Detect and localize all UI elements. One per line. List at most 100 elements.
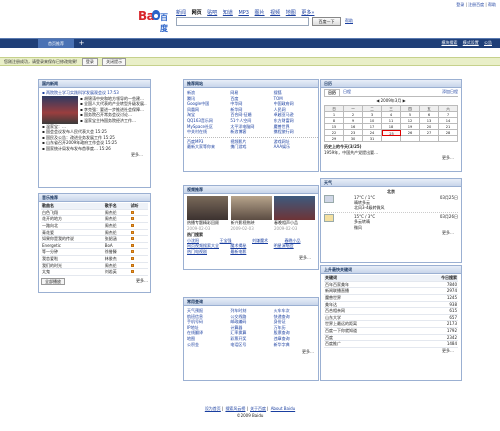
- video-link[interactable]: 热门电视剧: [187, 249, 228, 255]
- site-link[interactable]: 新浪博客: [230, 129, 271, 135]
- calendar-day[interactable]: 30: [344, 136, 363, 143]
- calendar-more-link[interactable]: 更多…: [324, 155, 458, 161]
- keyword-link[interactable]: 百度一下你就知道: [324, 327, 412, 335]
- nav-news[interactable]: 新闻: [176, 10, 186, 16]
- footer-link-top[interactable]: 搜索风云榜: [225, 406, 245, 411]
- play-icon[interactable]: [130, 257, 134, 261]
- play-icon[interactable]: [130, 224, 134, 228]
- footer-link-about[interactable]: 关于百度: [250, 406, 266, 411]
- video-thumbnail[interactable]: [187, 196, 228, 220]
- singer-name[interactable]: 林俊杰: [103, 255, 130, 263]
- keyword-link[interactable]: 山东大学: [324, 314, 412, 322]
- song-name[interactable]: 如果你是我的传说: [41, 235, 104, 243]
- keyword-link[interactable]: 百度推广: [324, 340, 412, 348]
- search-input[interactable]: [176, 17, 309, 26]
- register-link[interactable]: 注册百度: [468, 2, 484, 7]
- nav-zhidao[interactable]: 知道: [223, 10, 233, 16]
- tool-link[interactable]: 新华字典: [274, 342, 315, 348]
- video-card[interactable]: 热播专题精彩回顾 2009-02-03: [187, 196, 228, 231]
- song-name[interactable]: 太鬼: [41, 268, 104, 276]
- calendar-day[interactable]: 29: [325, 136, 344, 143]
- keyword-link[interactable]: 百年百家美年: [324, 281, 412, 289]
- keyword-link[interactable]: 百合相亲网: [324, 307, 412, 315]
- news-item[interactable]: ▪ 全国人大代表的产业转型升级发展…: [80, 101, 147, 107]
- site-link[interactable]: 最新大家等你来: [187, 144, 228, 150]
- keyword-link[interactable]: 魔兽世界: [324, 294, 412, 302]
- keyword-link[interactable]: 新闻联播直播: [324, 287, 412, 296]
- play-icon[interactable]: [130, 270, 134, 274]
- hotsearch-more-link[interactable]: 更多…: [324, 348, 458, 354]
- keyword-link[interactable]: 美年达: [324, 301, 412, 309]
- song-name[interactable]: 花开的地方: [41, 215, 104, 224]
- play-icon[interactable]: [130, 250, 134, 254]
- announcement-link[interactable]: 公告: [484, 40, 492, 45]
- module-search-link[interactable]: 模块搜索: [441, 40, 457, 45]
- song-name[interactable]: 等一分钟: [41, 248, 104, 257]
- singer-name[interactable]: 周杰伦: [103, 209, 130, 217]
- singer-name[interactable]: 周杰伦: [103, 229, 130, 237]
- play-icon[interactable]: [130, 263, 134, 267]
- footer-link-homepage[interactable]: 设为首页: [205, 406, 221, 411]
- songs-more-link[interactable]: 更多…: [136, 278, 148, 286]
- video-link[interactable]: 明星演唱会: [274, 243, 315, 249]
- search-help-link[interactable]: 帮助: [345, 18, 353, 24]
- play-all-button[interactable]: 全部播放: [41, 277, 65, 286]
- notice-close-button[interactable]: 关闭提示: [102, 58, 127, 66]
- play-icon[interactable]: [130, 210, 134, 214]
- add-tab-button[interactable]: +: [77, 39, 86, 48]
- news-item[interactable]: ▪ 温家宝主持国务院经济工作…: [80, 118, 147, 124]
- news-photo[interactable]: [42, 95, 78, 124]
- song-name[interactable]: 我恋爱啦: [41, 255, 104, 263]
- nav-web[interactable]: 网页: [192, 10, 202, 16]
- singer-name[interactable]: 周杰伦: [103, 215, 130, 224]
- singer-name[interactable]: 周杰伦: [103, 222, 130, 230]
- song-name[interactable]: 青花瓷: [41, 229, 104, 237]
- keyword-link[interactable]: 百度: [324, 334, 412, 342]
- site-link[interactable]: 携程旅行网: [274, 129, 315, 135]
- site-link[interactable]: AAA娱乐: [274, 144, 315, 150]
- singer-name[interactable]: 张韶涵: [103, 235, 130, 243]
- keyword-link[interactable]: 世界上最远的距离: [324, 320, 412, 329]
- singer-name[interactable]: 周杰伦: [103, 262, 130, 270]
- nav-map[interactable]: 地图: [286, 10, 296, 16]
- prev-month-icon[interactable]: ◀: [376, 98, 379, 103]
- search-button[interactable]: 百度一下: [312, 17, 341, 26]
- news-more-link[interactable]: 更多…: [42, 152, 147, 158]
- tab-schedule[interactable]: 日程: [340, 89, 354, 96]
- play-icon[interactable]: [130, 230, 134, 234]
- tool-link[interactable]: 公积金: [187, 342, 228, 348]
- notice-login-button[interactable]: 登录: [81, 58, 98, 66]
- video-thumbnail[interactable]: [274, 196, 315, 220]
- play-icon[interactable]: [130, 237, 134, 241]
- nav-tieba[interactable]: 贴吧: [207, 10, 217, 16]
- footer-link-about-en[interactable]: About Baidu: [271, 406, 295, 411]
- singer-name[interactable]: BoA: [103, 242, 130, 250]
- tab-home[interactable]: 首页推荐: [38, 39, 74, 48]
- video-card[interactable]: 春晚相声小品 2009-02-03: [274, 196, 315, 231]
- weather-more-link[interactable]: 更多…: [324, 230, 458, 236]
- tab-calendar[interactable]: 日历: [324, 89, 340, 96]
- singer-name[interactable]: 刘若英: [103, 268, 130, 276]
- song-name[interactable]: Energetic: [41, 242, 104, 250]
- tools-more-link[interactable]: 更多…: [184, 349, 318, 355]
- add-schedule-link[interactable]: 添加日程: [442, 89, 458, 96]
- play-icon[interactable]: [130, 243, 134, 247]
- singer-name[interactable]: 徐誉滕: [103, 248, 130, 257]
- video-thumbnail[interactable]: [230, 196, 272, 220]
- site-link[interactable]: 中关村在线: [187, 129, 228, 135]
- baidu-logo[interactable]: Bai 百度: [138, 8, 171, 33]
- calendar-day[interactable]: 31: [363, 136, 382, 143]
- site-link[interactable]: 携门游戏: [230, 144, 271, 150]
- song-name[interactable]: 一路向北: [41, 222, 104, 230]
- video-link[interactable]: 最新电影: [230, 249, 271, 255]
- play-icon[interactable]: [130, 217, 134, 221]
- mode-settings-link[interactable]: 模式设置: [463, 40, 479, 45]
- videos-more-link[interactable]: 更多…: [187, 255, 315, 261]
- nav-more[interactable]: 更多»: [301, 10, 314, 16]
- song-name[interactable]: 白色飞翔: [41, 209, 104, 217]
- tool-link[interactable]: 电话区号: [230, 342, 271, 348]
- help-link[interactable]: 帮助: [488, 2, 496, 7]
- login-link[interactable]: 登录: [456, 2, 464, 7]
- nav-images[interactable]: 图片: [255, 10, 265, 16]
- nav-video[interactable]: 视频: [270, 10, 280, 16]
